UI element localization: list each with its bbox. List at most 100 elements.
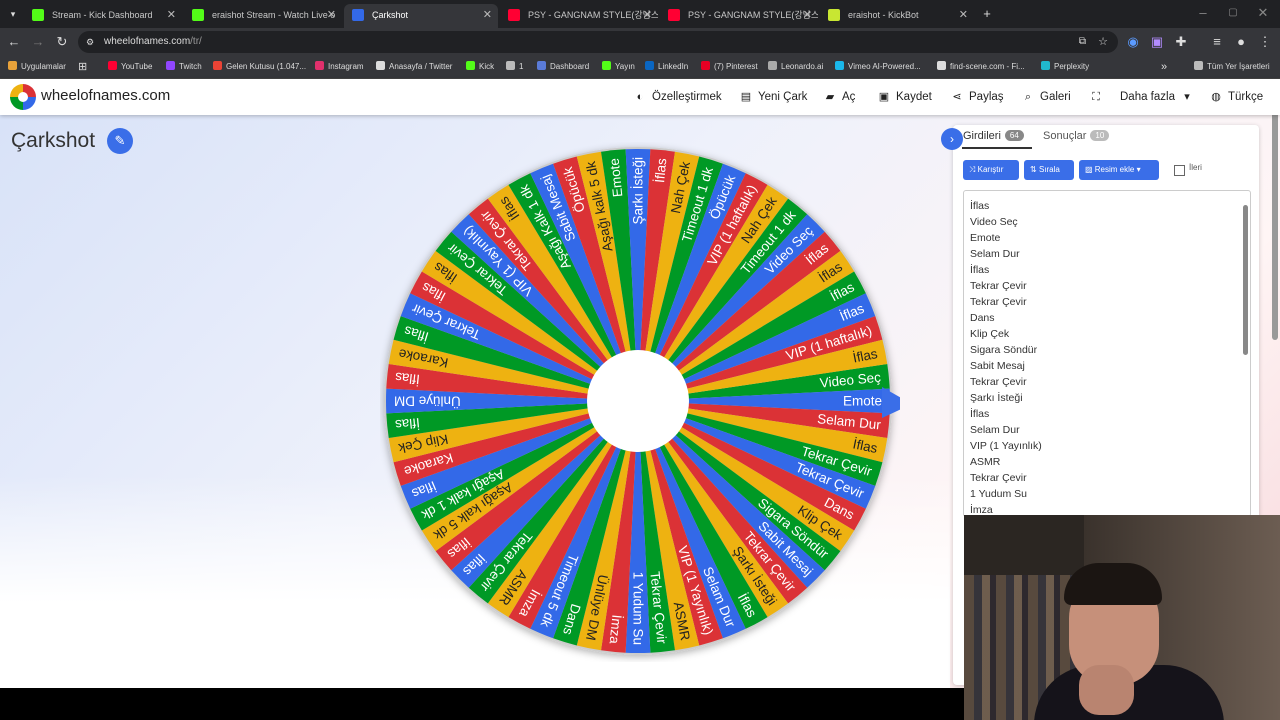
entry-line[interactable]: İflas xyxy=(970,198,1042,214)
tab-title: Çarkshot xyxy=(372,10,409,20)
chevron-down-icon: ▾ xyxy=(1184,91,1190,103)
tab-close-icon[interactable]: ✕ xyxy=(959,4,968,26)
bookmark-item[interactable]: (7) Pinterest xyxy=(701,56,758,78)
browser-tab[interactable]: PSY - GANGNAM STYLE(강남스 ✕ xyxy=(500,4,658,28)
entry-line[interactable]: Şarkı İsteği xyxy=(970,390,1042,406)
menu-item[interactable]: ▤ Yeni Çark xyxy=(738,79,808,115)
tab-entries[interactable]: Girdileri 64 xyxy=(963,130,1024,142)
bookmark-favicon-icon xyxy=(376,61,385,70)
extension-twitch-icon[interactable]: ▣ xyxy=(1148,33,1166,51)
browser-tab[interactable]: PSY - GANGNAM STYLE(강남스 ✕ xyxy=(660,4,818,28)
tab-close-icon[interactable]: ✕ xyxy=(643,4,652,26)
entry-line[interactable]: Dans xyxy=(970,310,1042,326)
entry-line[interactable]: Video Seç xyxy=(970,214,1042,230)
minimize-icon[interactable]: – xyxy=(1194,4,1212,22)
menu-item[interactable]: ▣ Kaydet xyxy=(876,79,932,115)
entry-line[interactable]: Sabit Mesaj xyxy=(970,358,1042,374)
entries-scrollbar[interactable] xyxy=(1243,205,1248,355)
bookmark-item[interactable]: Kick xyxy=(466,56,494,78)
entry-line[interactable]: Sigara Söndür xyxy=(970,342,1042,358)
bookmark-item[interactable]: Dashboard xyxy=(537,56,589,78)
translate-icon[interactable]: ⧉ xyxy=(1079,31,1086,53)
bookmark-item[interactable]: Gelen Kutusu (1.047... xyxy=(213,56,306,78)
menu-item[interactable]: ⛶ xyxy=(1088,79,1108,115)
entry-line[interactable]: Selam Dur xyxy=(970,422,1042,438)
bookmark-item[interactable]: LinkedIn xyxy=(645,56,688,78)
all-bookmarks-link[interactable]: Tüm Yer İşaretleri xyxy=(1194,56,1270,78)
add-image-button[interactable]: ▨ Resim ekle ▾ xyxy=(1079,160,1159,180)
url-input[interactable]: ⚙ wheelofnames.com/tr/ ⧉ ☆ xyxy=(78,31,1118,53)
edit-title-button[interactable]: ✎ xyxy=(107,128,133,154)
menu-item[interactable]: ⌕ Galeri xyxy=(1020,79,1071,115)
menu-item[interactable]: ◍ Türkçe xyxy=(1208,79,1263,115)
window-close-icon[interactable]: ✕ xyxy=(1254,4,1272,22)
browser-tab[interactable]: Stream - Kick Dashboard ✕ xyxy=(24,4,182,28)
extension-audio-icon[interactable]: ◉ xyxy=(1124,33,1142,51)
sort-icon: ⇅ xyxy=(1030,165,1039,174)
site-name[interactable]: wheelofnames.com xyxy=(41,87,170,104)
entry-line[interactable]: VIP (1 Yayınlık) xyxy=(970,438,1042,454)
entries-textarea[interactable]: İflas Video Seç Emote Selam Dur İflas Tekrar … xyxy=(963,190,1251,517)
tab-results[interactable]: Sonuçlar 10 xyxy=(1043,130,1110,142)
wheel-center[interactable] xyxy=(587,350,689,452)
browser-tab[interactable]: Çarkshot ✕ xyxy=(344,4,498,28)
menu-item[interactable]: ⋖ Paylaş xyxy=(949,79,1003,115)
bookmark-item[interactable]: 1 xyxy=(506,56,523,78)
entry-line[interactable]: Tekrar Çevir xyxy=(970,294,1042,310)
entry-line[interactable]: Emote xyxy=(970,230,1042,246)
entry-line[interactable]: Tekrar Çevir xyxy=(970,278,1042,294)
site-info-icon[interactable]: ⚙ xyxy=(86,31,94,53)
apps-grid-icon[interactable]: ⊞ xyxy=(78,56,87,78)
image-icon: ▨ xyxy=(1085,165,1095,174)
entry-line[interactable]: Klip Çek xyxy=(970,326,1042,342)
bookmarks-overflow-icon[interactable]: » xyxy=(1161,56,1167,78)
shuffle-button[interactable]: ⤨ Karıştır xyxy=(963,160,1019,180)
tab-favicon-icon xyxy=(352,9,364,21)
menu-item[interactable]: ◐ Özelleştirmek xyxy=(632,79,722,115)
bookmark-item[interactable]: Leonardo.ai xyxy=(768,56,823,78)
entry-line[interactable]: Selam Dur xyxy=(970,246,1042,262)
bookmark-item[interactable]: Vimeo AI-Powered... xyxy=(835,56,921,78)
tab-close-icon[interactable]: ✕ xyxy=(483,4,492,26)
add-image-label: Resim ekle xyxy=(1094,165,1135,174)
maximize-icon[interactable]: ▢ xyxy=(1224,4,1242,22)
tab-search-icon[interactable]: ▾ xyxy=(4,5,22,23)
forward-icon[interactable]: → xyxy=(29,33,47,51)
entry-line[interactable]: İflas xyxy=(970,262,1042,278)
advanced-checkbox[interactable] xyxy=(1174,165,1185,176)
entry-line[interactable]: İflas xyxy=(970,406,1042,422)
back-icon[interactable]: ← xyxy=(5,33,23,51)
sort-button[interactable]: ⇅ Sırala xyxy=(1024,160,1074,180)
reload-icon[interactable]: ↻ xyxy=(53,33,71,51)
bookmark-item[interactable]: Uygulamalar xyxy=(8,56,66,78)
tab-close-icon[interactable]: ✕ xyxy=(327,4,336,26)
wheel[interactable]: Video SeçEmoteSelam DurİflasTekrar Çevir… xyxy=(380,142,900,662)
entry-line[interactable]: Tekrar Çevir xyxy=(970,374,1042,390)
bookmark-star-icon[interactable]: ☆ xyxy=(1098,31,1108,53)
menu-item[interactable]: Daha fazla ▾ xyxy=(1120,79,1199,115)
browser-tab[interactable]: eraishot Stream - Watch Live o ✕ xyxy=(184,4,342,28)
bookmark-item[interactable]: Instagram xyxy=(315,56,364,78)
entry-line[interactable]: ASMR xyxy=(970,454,1042,470)
bookmark-item[interactable]: Anasayfa / Twitter xyxy=(376,56,452,78)
tab-title: eraishot Stream - Watch Live o xyxy=(212,10,336,20)
bookmark-item[interactable]: find-scene.com - Fi... xyxy=(937,56,1025,78)
bookmark-item[interactable]: Yayın xyxy=(602,56,635,78)
site-logo[interactable] xyxy=(10,84,36,110)
tab-close-icon[interactable]: ✕ xyxy=(167,4,176,26)
bookmark-item[interactable]: Perplexity xyxy=(1041,56,1089,78)
tab-close-icon[interactable]: ✕ xyxy=(803,4,812,26)
extensions-puzzle-icon[interactable]: ✚ xyxy=(1172,33,1190,51)
bookmark-item[interactable]: YouTube xyxy=(108,56,152,78)
menu-item[interactable]: ▰ Aç xyxy=(822,79,856,115)
browser-tab[interactable]: eraishot - KickBot ✕ xyxy=(820,4,974,28)
browser-menu-icon[interactable]: ⋮ xyxy=(1256,33,1274,51)
new-tab-icon[interactable]: + xyxy=(978,5,996,23)
reading-list-icon[interactable]: ≡ xyxy=(1208,33,1226,51)
entry-line[interactable]: 1 Yudum Su xyxy=(970,486,1042,502)
collapse-panel-button[interactable]: › xyxy=(941,128,963,150)
profile-avatar[interactable]: ● xyxy=(1232,33,1250,51)
entry-line[interactable]: Tekrar Çevir xyxy=(970,470,1042,486)
bookmark-item[interactable]: Twitch xyxy=(166,56,202,78)
page-scrollbar[interactable] xyxy=(1272,90,1278,340)
